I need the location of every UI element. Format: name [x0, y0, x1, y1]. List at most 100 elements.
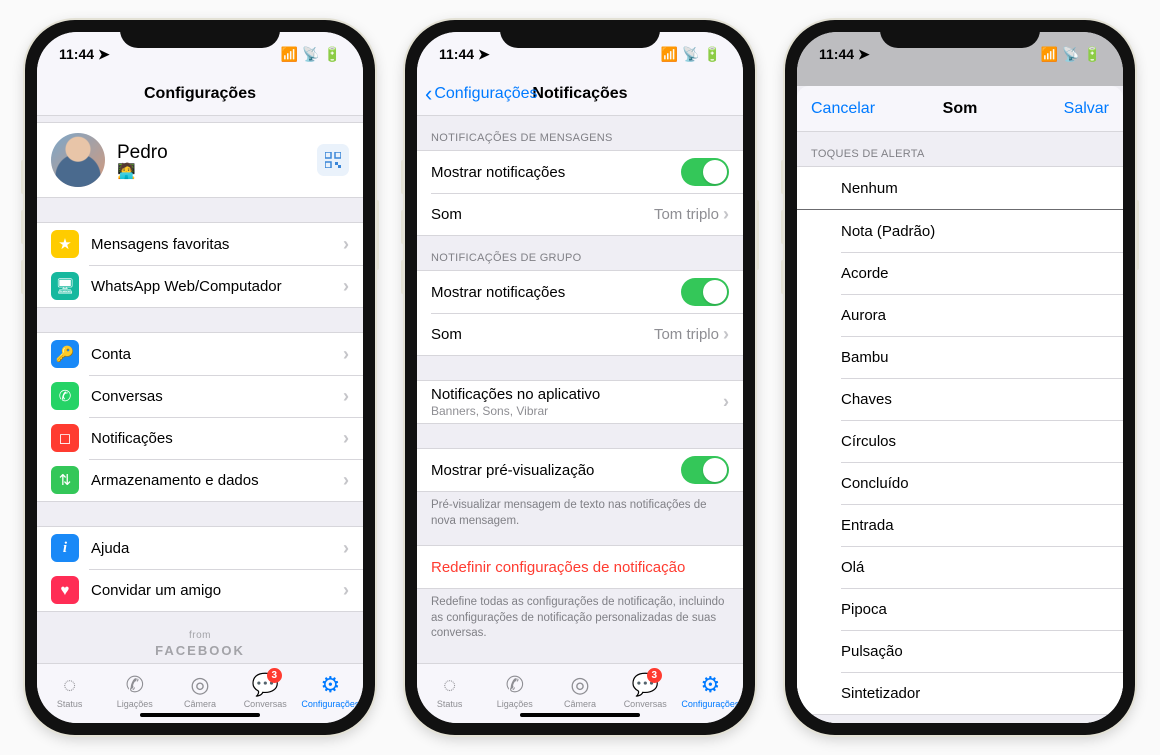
- chats-row[interactable]: ✆ Conversas ›: [37, 375, 363, 417]
- notification-icon: ◻: [51, 424, 79, 452]
- home-indicator[interactable]: [520, 713, 640, 717]
- wifi-icon: 📡: [1062, 46, 1079, 63]
- status-time: 11:44: [819, 46, 854, 62]
- profile-row[interactable]: Pedro 🧑‍💻: [37, 122, 363, 198]
- gear-icon: ⚙: [321, 673, 341, 697]
- account-row[interactable]: 🔑 Conta ›: [37, 333, 363, 375]
- sound-option[interactable]: Entrada: [797, 504, 1123, 546]
- tab-calls[interactable]: ✆ Ligações: [102, 664, 167, 717]
- tab-status[interactable]: ◌ Status: [417, 664, 482, 717]
- section-header: TOQUES DE ALERTA: [797, 132, 1123, 166]
- sound-option[interactable]: Sintetizador: [797, 672, 1123, 714]
- star-icon: ★: [51, 230, 79, 258]
- sound-option[interactable]: Olá: [797, 546, 1123, 588]
- sound-label: Círculos: [841, 433, 1109, 450]
- notch: [500, 20, 660, 48]
- tab-status[interactable]: ◌ Status: [37, 664, 102, 717]
- signal-icon: 📶: [281, 46, 298, 63]
- row-label: Conta: [91, 346, 343, 363]
- qr-code-button[interactable]: [317, 144, 349, 176]
- location-icon: ➤: [98, 46, 110, 63]
- sound-label: Olá: [841, 559, 1109, 576]
- tab-camera[interactable]: ◎ Câmera: [547, 664, 612, 717]
- notifications-row[interactable]: ◻ Notificações ›: [37, 417, 363, 459]
- toggle-switch[interactable]: [681, 456, 729, 484]
- starred-messages-row[interactable]: ★ Mensagens favoritas ›: [37, 223, 363, 265]
- show-msg-notifications-row[interactable]: Mostrar notificações: [417, 151, 743, 193]
- show-preview-row[interactable]: Mostrar pré-visualização: [417, 449, 743, 491]
- key-icon: 🔑: [51, 340, 79, 368]
- sound-label: Pipoca: [841, 601, 1109, 618]
- sound-label: Aurora: [841, 307, 1109, 324]
- sound-option[interactable]: Bambu: [797, 336, 1123, 378]
- sound-option[interactable]: Aurora: [797, 294, 1123, 336]
- chevron-icon: ›: [723, 392, 729, 413]
- tab-camera[interactable]: ◎ Câmera: [167, 664, 232, 717]
- row-label: Som: [431, 326, 654, 343]
- phone-notifications: 11:44 ➤ 📶 📡 🔋 ‹ Configurações Notificaçõ…: [405, 20, 755, 735]
- nav-bar: ‹ Configurações Notificações: [417, 72, 743, 116]
- sound-option[interactable]: Chaves: [797, 378, 1123, 420]
- in-app-notifications-row[interactable]: Notificações no aplicativo Banners, Sons…: [417, 381, 743, 423]
- chevron-icon: ›: [343, 386, 349, 407]
- toggle-switch[interactable]: [681, 158, 729, 186]
- sound-label: Nota (Padrão): [841, 223, 1109, 240]
- sound-label: Acorde: [841, 265, 1109, 282]
- data-icon: ⇅: [51, 466, 79, 494]
- info-icon: i: [51, 534, 79, 562]
- toggle-switch[interactable]: [681, 278, 729, 306]
- sound-option[interactable]: Nenhum: [797, 167, 1123, 209]
- reset-notifications-row[interactable]: Redefinir configurações de notificação: [417, 546, 743, 588]
- sound-label: Entrada: [841, 517, 1109, 534]
- row-label: Notificações: [91, 430, 343, 447]
- avatar: [51, 133, 105, 187]
- gear-icon: ⚙: [701, 673, 721, 697]
- help-row[interactable]: i Ajuda ›: [37, 527, 363, 569]
- sound-option[interactable]: Pulsação: [797, 630, 1123, 672]
- whatsapp-web-row[interactable]: 🖥 WhatsApp Web/Computador ›: [37, 265, 363, 307]
- sound-label: Bambu: [841, 349, 1109, 366]
- profile-status: 🧑‍💻: [117, 164, 317, 179]
- signal-icon: 📶: [661, 46, 678, 63]
- show-group-notifications-row[interactable]: Mostrar notificações: [417, 271, 743, 313]
- save-button[interactable]: Salvar: [1050, 100, 1123, 118]
- tab-label: Configurações: [301, 699, 359, 709]
- tab-settings[interactable]: ⚙ Configurações: [678, 664, 743, 717]
- badge: 3: [647, 668, 662, 683]
- cancel-button[interactable]: Cancelar: [797, 100, 889, 118]
- sound-option[interactable]: Pipoca: [797, 588, 1123, 630]
- tab-settings[interactable]: ⚙ Configurações: [298, 664, 363, 717]
- storage-row[interactable]: ⇅ Armazenamento e dados ›: [37, 459, 363, 501]
- modal-title: Som: [943, 100, 978, 118]
- back-button[interactable]: ‹ Configurações: [425, 81, 538, 107]
- group-sound-row[interactable]: Som Tom triplo ›: [417, 313, 743, 355]
- section-header: NOTIFICAÇÕES DE MENSAGENS: [417, 116, 743, 150]
- tab-label: Ligações: [117, 699, 153, 709]
- row-label: Mostrar pré-visualização: [431, 462, 681, 479]
- badge: 3: [267, 668, 282, 683]
- battery-icon: 🔋: [1084, 46, 1101, 63]
- page-title: Configurações: [144, 85, 256, 103]
- wifi-icon: 📡: [302, 46, 319, 63]
- status-icon: ◌: [443, 673, 456, 697]
- row-label: Conversas: [91, 388, 343, 405]
- sound-option[interactable]: Círculos: [797, 420, 1123, 462]
- chevron-icon: ›: [343, 470, 349, 491]
- tab-calls[interactable]: ✆ Ligações: [482, 664, 547, 717]
- invite-row[interactable]: ♥ Convidar um amigo ›: [37, 569, 363, 611]
- msg-sound-row[interactable]: Som Tom triplo ›: [417, 193, 743, 235]
- sound-option[interactable]: Concluído: [797, 462, 1123, 504]
- tab-chats[interactable]: 💬 3 Conversas: [233, 664, 298, 717]
- phone-icon: ✆: [126, 673, 144, 697]
- tab-chats[interactable]: 💬 3 Conversas: [613, 664, 678, 717]
- camera-icon: ◎: [190, 673, 209, 697]
- sound-option[interactable]: Nota (Padrão): [797, 210, 1123, 252]
- chevron-icon: ›: [343, 580, 349, 601]
- notch: [880, 20, 1040, 48]
- home-indicator[interactable]: [140, 713, 260, 717]
- row-label: Redefinir configurações de notificação: [431, 559, 729, 576]
- sound-option[interactable]: Acorde: [797, 252, 1123, 294]
- section-header: CLÁSSICO: [797, 715, 1123, 723]
- heart-icon: ♥: [51, 576, 79, 604]
- section-footer: Pré-visualizar mensagem de texto nas not…: [417, 492, 743, 537]
